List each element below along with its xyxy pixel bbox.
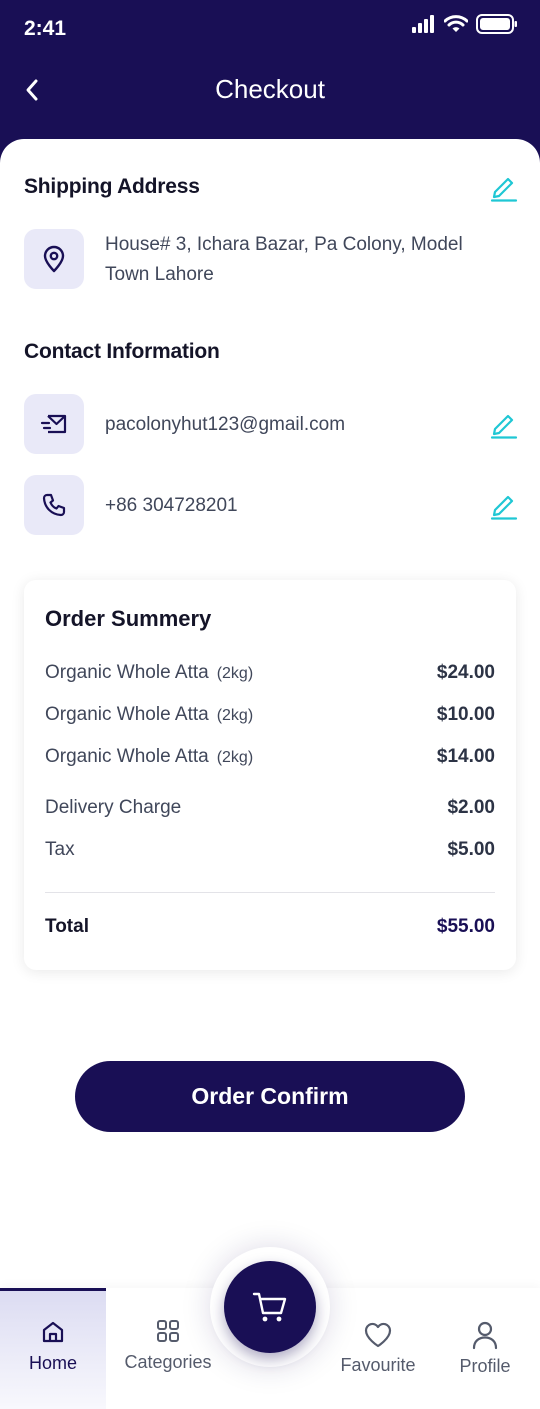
phone-text: +86 304728201 (105, 495, 238, 516)
item-name: Organic Whole Atta (45, 746, 209, 767)
edit-phone-button[interactable] (490, 490, 518, 520)
order-item-row: Organic Whole Atta (2kg) $14.00 (45, 746, 495, 768)
shipping-address-text: House# 3, Ichara Bazar, Pa Colony, Model… (105, 230, 463, 290)
delivery-charge-value: $2.00 (447, 797, 495, 818)
total-value: $55.00 (436, 916, 495, 937)
item-qty: (2kg) (216, 707, 254, 724)
total-label: Total (45, 916, 89, 937)
item-price: $10.00 (436, 704, 495, 725)
edit-address-button[interactable] (490, 172, 518, 202)
pencil-icon (490, 495, 518, 520)
email-text: pacolonyhut123@gmail.com (105, 414, 346, 435)
location-pin-icon (43, 245, 65, 273)
pencil-icon (490, 177, 518, 202)
contact-information-title: Contact Information (24, 340, 220, 363)
battery-icon (476, 14, 517, 34)
phone-icon (42, 493, 66, 517)
item-price: $14.00 (436, 746, 495, 767)
nav-favourite[interactable]: Favourite (330, 1288, 426, 1409)
nav-categories-label: Categories (124, 1352, 212, 1372)
phone-icon-box (24, 475, 84, 535)
nav-home[interactable]: Home (0, 1288, 106, 1409)
summary-divider (45, 892, 495, 893)
signal-icon (412, 15, 434, 33)
address-line-2: Town Lahore (105, 264, 214, 285)
item-qty: (2kg) (216, 749, 254, 766)
nav-categories[interactable]: Categories (110, 1288, 226, 1409)
delivery-charge-row: Delivery Charge $2.00 (45, 797, 495, 819)
item-name: Organic Whole Atta (45, 662, 209, 683)
item-qty: (2kg) (216, 665, 254, 682)
tax-row: Tax $5.00 (45, 839, 495, 861)
user-icon (472, 1321, 498, 1350)
mail-icon (40, 414, 67, 434)
email-icon-box (24, 394, 84, 454)
cart-icon (252, 1292, 287, 1322)
grid-icon (157, 1320, 179, 1342)
status-time: 2:41 (24, 17, 67, 40)
tax-value: $5.00 (447, 839, 495, 860)
item-price: $24.00 (436, 662, 495, 683)
home-icon (42, 1321, 64, 1343)
heart-icon (364, 1322, 392, 1348)
cart-button[interactable] (224, 1261, 316, 1353)
address-line-1: House# 3, Ichara Bazar, Pa Colony, Model (105, 234, 463, 255)
location-icon-box (24, 229, 84, 289)
order-item-row: Organic Whole Atta (2kg) $24.00 (45, 662, 495, 684)
order-item-row: Organic Whole Atta (2kg) $10.00 (45, 704, 495, 726)
item-name: Organic Whole Atta (45, 704, 209, 725)
page-title: Checkout (215, 74, 325, 104)
order-summary-card: Order Summery Organic Whole Atta (2kg) $2… (24, 580, 516, 970)
tax-label: Tax (45, 839, 75, 860)
status-icons (412, 14, 518, 34)
nav-profile[interactable]: Profile (440, 1288, 530, 1409)
order-summary-title: Order Summery (45, 606, 212, 631)
edit-email-button[interactable] (490, 409, 518, 439)
nav-favourite-label: Favourite (340, 1355, 416, 1375)
delivery-charge-label: Delivery Charge (45, 797, 182, 818)
wifi-icon (444, 15, 468, 32)
nav-home-label: Home (28, 1353, 77, 1373)
shipping-address-title: Shipping Address (24, 175, 200, 198)
order-confirm-button[interactable]: Order Confirm (75, 1061, 465, 1132)
pencil-icon (490, 414, 518, 439)
nav-profile-label: Profile (459, 1356, 511, 1376)
total-row: Total $55.00 (45, 916, 495, 938)
